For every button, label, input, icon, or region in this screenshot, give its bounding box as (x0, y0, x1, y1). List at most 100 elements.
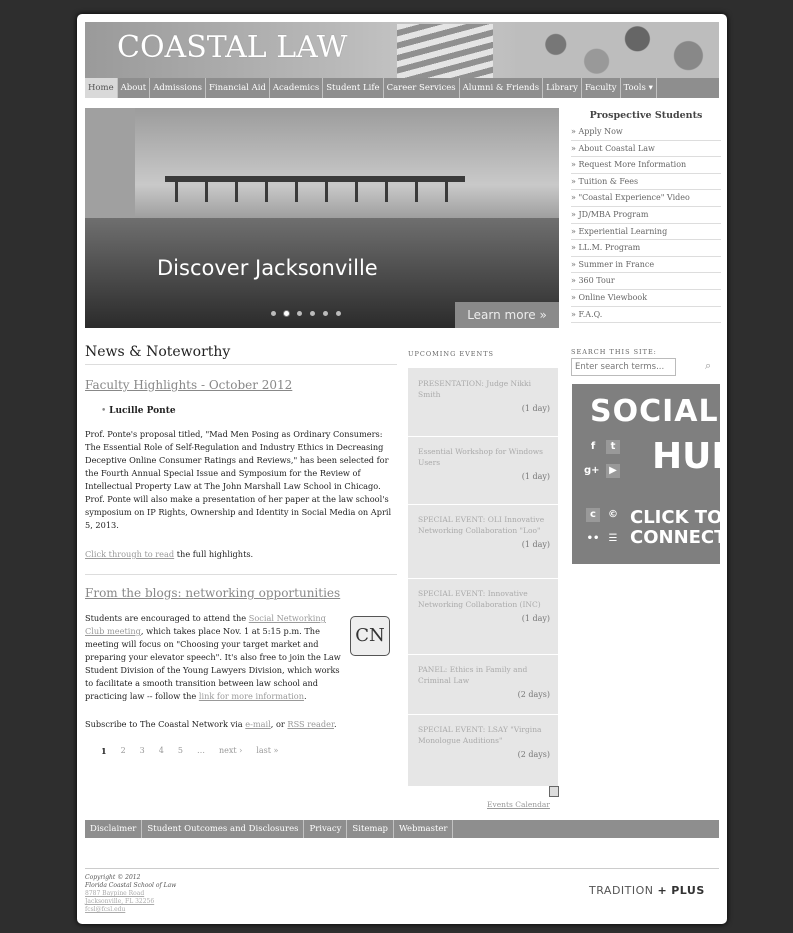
sidebar-item[interactable]: » Online Viewbook (571, 290, 721, 307)
calendar-icon[interactable] (549, 786, 559, 797)
page-link[interactable]: 2 (121, 746, 126, 756)
divider (408, 578, 558, 579)
sidebar-item[interactable]: » "Coastal Experience" Video (571, 190, 721, 207)
events-calendar-link[interactable]: Events Calendar (487, 800, 550, 809)
slide-dot[interactable] (297, 311, 302, 316)
sidebar-item[interactable]: » About Coastal Law (571, 141, 721, 158)
youtube-icon: ▶ (606, 464, 620, 478)
divider (408, 436, 558, 437)
footer-link[interactable]: Privacy (304, 820, 348, 838)
page-next[interactable]: next › (219, 746, 242, 756)
nav-alumni[interactable]: Alumni & Friends (460, 78, 544, 98)
footer-link[interactable]: Disclaimer (85, 820, 143, 838)
c-badge-icon: © (608, 509, 618, 520)
sidebar-item[interactable]: » Request More Information (571, 157, 721, 174)
contact-link[interactable]: fcsl@fcsl.edu (85, 906, 176, 914)
divider (408, 654, 558, 655)
nav-home[interactable]: Home (85, 78, 118, 98)
sidebar-item[interactable]: » Summer in France (571, 257, 721, 274)
pager: 1 2 3 4 5 … next › last » (101, 746, 278, 756)
sidebar-item[interactable]: » JD/MBA Program (571, 207, 721, 224)
rss-link[interactable]: RSS reader (287, 719, 334, 729)
footer-link[interactable]: Webmaster (394, 820, 454, 838)
twitter-icon: t (606, 440, 620, 454)
nav-career-services[interactable]: Career Services (384, 78, 460, 98)
events-label: UPCOMING EVENTS (408, 350, 494, 358)
email-link[interactable]: e-mail (245, 719, 271, 729)
copyright-text: Copyright © 2012 (85, 874, 141, 881)
rss-icon: ☰ (608, 533, 618, 544)
social-hub-line1: SOCIAL (590, 394, 719, 429)
coastal-network-logo: CN (350, 616, 390, 656)
divider (408, 714, 558, 715)
article-body: Students are encouraged to attend the So… (85, 613, 341, 701)
read-more-line: Click through to read the full highlight… (85, 549, 254, 559)
sidebar-item[interactable]: » Experiential Learning (571, 224, 721, 241)
search-input[interactable]: Enter search terms... (571, 358, 676, 376)
copyright-block: Copyright © 2012 Florida Coastal School … (85, 874, 176, 914)
article-title[interactable]: From the blogs: networking opportunities (85, 586, 340, 600)
sidebar-item[interactable]: » LL.M. Program (571, 240, 721, 257)
address-link[interactable]: 8787 Baypine Road (85, 890, 176, 898)
divider (85, 574, 397, 575)
nav-tools[interactable]: Tools ▾ (621, 78, 657, 98)
footer-link[interactable]: Student Outcomes and Disclosures (142, 820, 305, 838)
sidebar-item[interactable]: » Tuition & Fees (571, 174, 721, 191)
sidebar-item[interactable]: » Apply Now (571, 124, 721, 141)
footer-link[interactable]: Sitemap (347, 820, 394, 838)
page-last[interactable]: last » (256, 746, 278, 756)
article-body: Prof. Ponte's proposal titled, "Mad Men … (85, 429, 392, 530)
slide-dot[interactable] (323, 311, 328, 316)
slide-dots (271, 311, 341, 316)
article-title[interactable]: Faculty Highlights - October 2012 (85, 378, 292, 392)
event-item[interactable]: Essential Workshop for Windows Users (1 d… (418, 446, 550, 482)
page-ellipsis: … (196, 746, 205, 755)
coastal-icon: c (586, 508, 600, 522)
hero-headline: Discover Jacksonville (157, 256, 378, 280)
nav-academics[interactable]: Academics (270, 78, 324, 98)
nav-library[interactable]: Library (543, 78, 582, 98)
header-banner: COASTAL LAW (85, 22, 719, 78)
social-hub-cta: CLICK TO CONNECT (630, 507, 727, 548)
sidebar-item[interactable]: » F.A.Q. (571, 307, 721, 324)
event-item[interactable]: SPECIAL EVENT: LSAY "Virgina Monologue A… (418, 724, 550, 760)
page-link[interactable]: 3 (140, 746, 145, 756)
slide-dot[interactable] (336, 311, 341, 316)
nav-financial-aid[interactable]: Financial Aid (206, 78, 270, 98)
page-current: 1 (101, 746, 107, 756)
learn-more-button[interactable]: Learn more » (455, 302, 559, 328)
inline-link[interactable]: link for more information (199, 691, 304, 701)
school-name: Florida Coastal School of Law (85, 882, 177, 889)
slide-dot[interactable] (310, 311, 315, 316)
social-hub-banner[interactable]: SOCIAL f t g+ ▶ HUB c © •• ☰ CLICK TO CON… (572, 384, 727, 564)
nav-admissions[interactable]: Admissions (150, 78, 206, 98)
hero-slideshow[interactable]: Discover Jacksonville Learn more » (85, 108, 559, 328)
sidebar-item[interactable]: » 360 Tour (571, 273, 721, 290)
news-heading: News & Noteworthy (85, 344, 231, 360)
event-item[interactable]: PRESENTATION: Judge Nikki Smith (1 day) (418, 378, 550, 414)
event-item[interactable]: PANEL: Ethics in Family and Criminal Law… (418, 664, 550, 700)
search-label: SEARCH THIS SITE: (571, 348, 657, 356)
facebook-icon: f (590, 441, 596, 452)
events-list: PRESENTATION: Judge Nikki Smith (1 day) E… (408, 368, 558, 786)
page-link[interactable]: 4 (159, 746, 164, 756)
tradition-plus-logo: TRADITION + PLUS (589, 884, 705, 897)
footer-nav: Disclaimer Student Outcomes and Disclosu… (85, 820, 719, 838)
read-more-link[interactable]: Click through to read (85, 549, 174, 559)
main-nav: Home About Admissions Financial Aid Acad… (85, 78, 719, 98)
address-link[interactable]: Jacksonville, FL 32256 (85, 898, 176, 906)
search-icon[interactable]: ⌕ (705, 359, 711, 373)
slide-dot[interactable] (271, 311, 276, 316)
nav-faculty[interactable]: Faculty (582, 78, 621, 98)
nav-student-life[interactable]: Student Life (323, 78, 384, 98)
nav-about[interactable]: About (118, 78, 151, 98)
event-item[interactable]: SPECIAL EVENT: Innovative Networking Col… (418, 588, 550, 624)
divider (85, 364, 397, 365)
page-link[interactable]: 5 (178, 746, 183, 756)
slide-dot-active[interactable] (284, 311, 289, 316)
event-item[interactable]: SPECIAL EVENT: OLI Innovative Networking… (418, 514, 550, 550)
social-hub-line2: HUB (652, 436, 727, 477)
article-person: Lucille Ponte (101, 406, 175, 416)
divider (408, 504, 558, 505)
site-logo[interactable]: COASTAL LAW (117, 30, 347, 65)
